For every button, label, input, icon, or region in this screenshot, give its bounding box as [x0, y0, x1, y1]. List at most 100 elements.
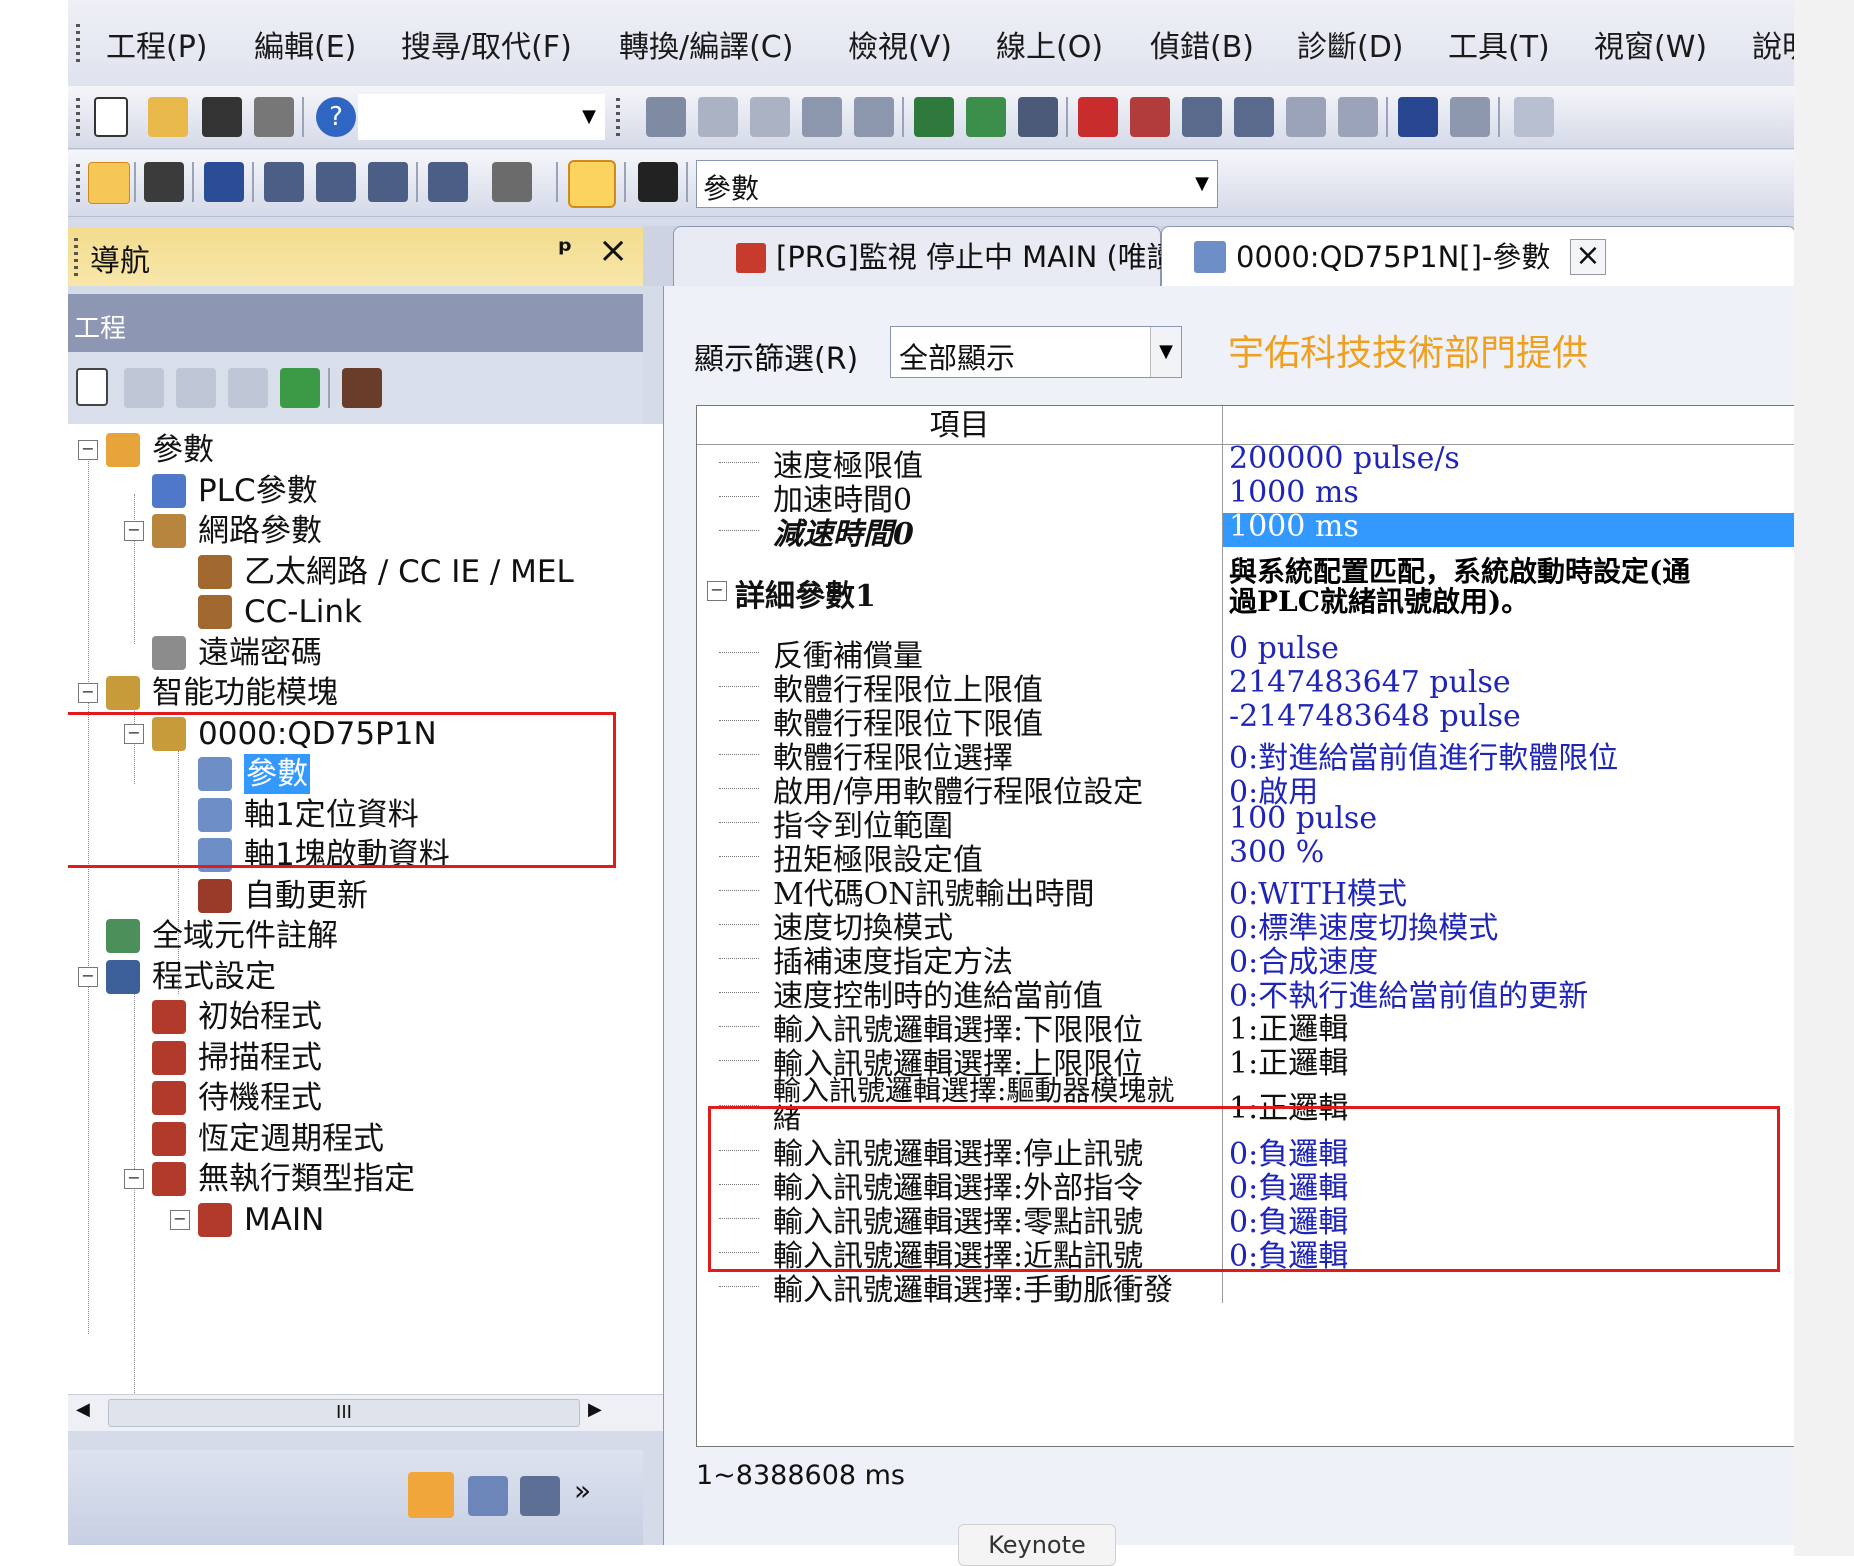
tree-item-initial-program[interactable]: 初始程式 — [198, 997, 322, 1037]
menu-help[interactable]: 說明 — [1752, 22, 1794, 66]
menu-find-replace[interactable]: 搜尋/取代(F) — [401, 22, 572, 66]
menu-online[interactable]: 線上(O) — [996, 22, 1103, 66]
monitor-write-icon[interactable] — [1338, 97, 1378, 137]
tab-ladder-monitor[interactable]: [PRG]監視 停止中 MAIN (唯讀) ... — [673, 226, 1224, 287]
tree-expander-intelligent-module[interactable]: − — [78, 683, 98, 703]
pin-icon[interactable]: ᵖ — [558, 234, 572, 269]
close-icon[interactable]: × — [598, 230, 628, 271]
chevron-down-icon[interactable]: ▼ — [574, 95, 604, 139]
table-row[interactable]: 插補速度指定方法 0:合成速度 — [697, 941, 1794, 980]
connection-view-icon[interactable] — [520, 1476, 560, 1516]
tree-item-program-setting[interactable]: 程式設定 — [152, 957, 276, 997]
table-row[interactable]: 輸入訊號邏輯選擇:手動脈衝發 — [697, 1269, 1794, 1308]
cell-value[interactable]: 0:對進給當前值進行軟體限位 — [1223, 737, 1794, 776]
find-device-icon[interactable] — [492, 162, 532, 202]
write-to-device-icon[interactable] — [914, 97, 954, 137]
chevron-down-icon[interactable]: ▼ — [1150, 327, 1181, 377]
table-row[interactable]: 軟體行程限位選擇 0:對進給當前值進行軟體限位 — [697, 737, 1794, 776]
cell-value[interactable] — [1223, 1269, 1794, 1303]
device-register-icon[interactable] — [1398, 97, 1438, 137]
tab-close-icon[interactable]: × — [1570, 239, 1606, 275]
tree-expander-program-setting[interactable]: − — [78, 966, 98, 987]
scroll-right-icon[interactable]: ▶ — [588, 1399, 602, 1420]
cell-value[interactable]: 1000 ms — [1223, 509, 1794, 547]
tree-item-network-parameter[interactable]: 網路參數 — [198, 511, 322, 551]
menu-debug[interactable]: 偵錯(B) — [1150, 22, 1254, 66]
hscroll-thumb[interactable]: III — [108, 1399, 580, 1427]
table-row[interactable]: 扭矩極限設定值 300 % — [697, 835, 1794, 878]
menu-edit[interactable]: 編輯(E) — [254, 22, 356, 66]
cell-value[interactable]: 1:正邏輯 — [1223, 1043, 1794, 1081]
new-data-icon[interactable] — [76, 368, 108, 406]
undo-icon[interactable] — [802, 97, 842, 137]
table-row[interactable]: 速度極限值 200000 pulse/s — [697, 441, 1794, 484]
menu-project[interactable]: 工程(P) — [106, 22, 208, 66]
filter-select[interactable]: 全部顯示 ▼ — [890, 326, 1182, 378]
tree-item-cc-link[interactable]: CC-Link — [244, 592, 362, 632]
table-row[interactable]: 反衝補償量 0 pulse — [697, 631, 1794, 674]
cell-value[interactable]: 與系統配置匹配，系統啟動時設定(通過PLC就緒訊號啟用)。 — [1223, 547, 1794, 635]
tree-item-parameter[interactable]: 參數 — [152, 430, 214, 470]
monitor-stop-icon[interactable] — [1234, 97, 1274, 137]
overflow-chevron-icon[interactable]: » — [574, 1474, 591, 1507]
tree-item-auto-refresh[interactable]: 自動更新 — [244, 876, 368, 916]
cell-value[interactable]: 100 pulse — [1223, 801, 1794, 839]
cell-value[interactable]: 0:標準速度切換模式 — [1223, 907, 1794, 946]
tree-item-main[interactable]: MAIN — [244, 1200, 324, 1240]
table-row[interactable]: 軟體行程限位下限值 -2147483648 pulse — [697, 699, 1794, 742]
tree-item-scan-program[interactable]: 掃描程式 — [198, 1038, 322, 1078]
binoculars-icon[interactable] — [638, 162, 678, 202]
tree-expander-no-execution-type[interactable]: − — [124, 1169, 144, 1189]
print-icon[interactable] — [254, 97, 294, 137]
table-row[interactable]: 加速時間0 1000 ms — [697, 475, 1794, 518]
tree-item-intelligent-module[interactable]: 智能功能模塊 — [152, 673, 338, 713]
new-file-icon[interactable] — [94, 97, 128, 137]
monitor-start-icon[interactable] — [1182, 97, 1222, 137]
table-row[interactable]: − 詳細參數1 與系統配置匹配，系統啟動時設定(通過PLC就緒訊號啟用)。 — [697, 547, 1794, 635]
toolbar-more-icon[interactable] — [1514, 97, 1554, 137]
menu-view[interactable]: 檢視(V) — [848, 22, 952, 66]
cut-icon[interactable] — [646, 97, 686, 137]
menu-window[interactable]: 視窗(W) — [1594, 22, 1707, 66]
tree-horizontal-scrollbar[interactable]: ◀ III ▶ — [68, 1394, 710, 1431]
monitor-all-icon[interactable] — [1286, 97, 1326, 137]
read-from-device-icon[interactable] — [966, 97, 1006, 137]
paste-data-icon[interactable] — [176, 368, 216, 408]
tree-expander-network-parameter[interactable]: − — [124, 521, 144, 541]
chevron-down-icon[interactable]: ▼ — [1187, 161, 1217, 207]
online-write-icon[interactable] — [1078, 97, 1118, 137]
help-toggle-icon[interactable] — [568, 160, 616, 208]
library-view-icon[interactable] — [468, 1476, 508, 1516]
sort-icon[interactable] — [342, 368, 382, 408]
navigation-window-icon[interactable] — [88, 162, 130, 204]
cell-value[interactable]: 1000 ms — [1223, 475, 1794, 513]
table-row[interactable]: 減速時間0 1000 ms — [697, 509, 1794, 552]
menu-tools[interactable]: 工具(T) — [1448, 22, 1550, 66]
output-window-icon[interactable] — [204, 162, 244, 202]
toolbar-combo[interactable]: ▼ — [358, 94, 605, 140]
cell-value[interactable]: 2147483647 pulse — [1223, 665, 1794, 703]
verify-device-icon[interactable] — [1018, 97, 1058, 137]
table-row[interactable]: M代碼ON訊號輸出時間 0:WITH模式 — [697, 873, 1794, 912]
table-row[interactable]: 輸入訊號邏輯選擇:上限限位 1:正邏輯 — [697, 1043, 1794, 1082]
device-watch-icon[interactable] — [428, 162, 468, 202]
device-monitor-icon[interactable] — [316, 162, 356, 202]
tree-item-no-execution-type[interactable]: 無執行類型指定 — [198, 1159, 415, 1199]
device-list-icon[interactable] — [264, 162, 304, 202]
cell-value[interactable]: 0:WITH模式 — [1223, 873, 1794, 912]
toolbar-grip[interactable] — [76, 98, 80, 136]
redo-icon[interactable] — [854, 97, 894, 137]
menu-convert-compile[interactable]: 轉換/編譯(C) — [619, 22, 793, 66]
table-row[interactable]: 速度切換模式 0:標準速度切換模式 — [697, 907, 1794, 946]
tree-item-global-device-comment[interactable]: 全域元件註解 — [152, 916, 338, 956]
project-view-icon[interactable] — [408, 1472, 454, 1518]
tree-item-remote-password[interactable]: 遠端密碼 — [198, 633, 322, 673]
paste-icon[interactable] — [750, 97, 790, 137]
cell-value[interactable]: 0:合成速度 — [1223, 941, 1794, 980]
cell-value[interactable]: 300 % — [1223, 835, 1794, 873]
online-read-icon[interactable] — [1130, 97, 1170, 137]
tree-item-plc-parameter[interactable]: PLC參數 — [198, 471, 318, 511]
cell-value[interactable]: 200000 pulse/s — [1223, 441, 1794, 479]
copy-icon[interactable] — [698, 97, 738, 137]
scroll-left-icon[interactable]: ◀ — [76, 1399, 90, 1420]
